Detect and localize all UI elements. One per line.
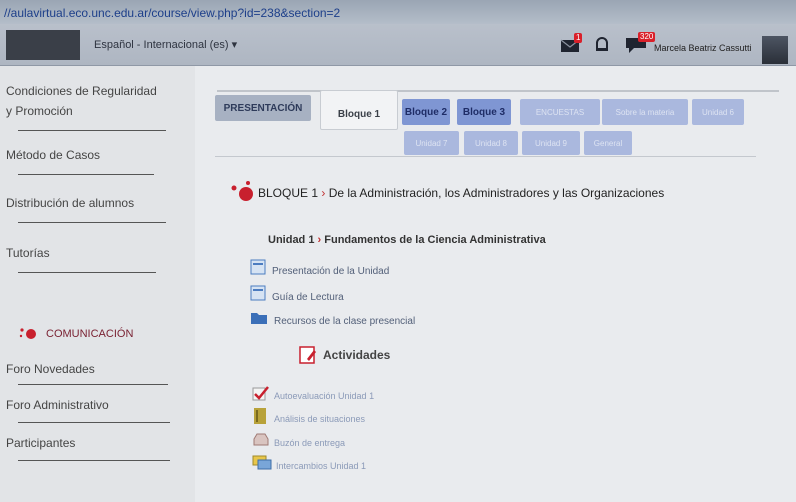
book-icon bbox=[254, 408, 266, 424]
tab-unidad-9[interactable]: Unidad 9 bbox=[522, 131, 580, 155]
activity-edit-icon bbox=[299, 346, 316, 364]
tab-sobre-la-materia[interactable]: Sobre la materia bbox=[602, 99, 688, 125]
bloque-heading: BLOQUE 1 › De la Administración, los Adm… bbox=[258, 186, 664, 200]
notification-icon[interactable] bbox=[594, 36, 610, 54]
tab-bloque-3[interactable]: Bloque 3 bbox=[457, 99, 511, 125]
user-name[interactable]: Marcela Beatriz Cassutti bbox=[654, 43, 752, 53]
divider bbox=[217, 90, 779, 92]
resource-link[interactable]: Recursos de la clase presencial bbox=[274, 316, 415, 327]
tab-unidad-7[interactable]: Unidad 7 bbox=[404, 131, 459, 155]
chevron-right-icon: › bbox=[321, 186, 326, 200]
checkmark-icon bbox=[252, 386, 269, 401]
chat-badge: 320 bbox=[638, 32, 656, 42]
tab-bloque-2[interactable]: Bloque 2 bbox=[402, 99, 450, 125]
divider bbox=[18, 384, 168, 385]
tab-general[interactable]: General bbox=[584, 131, 632, 155]
actividades-heading: Actividades bbox=[323, 348, 391, 362]
bloque-label: BLOQUE 1 bbox=[258, 186, 319, 200]
activity-link[interactable]: Buzón de entrega bbox=[274, 438, 345, 448]
folder-icon bbox=[251, 313, 267, 324]
bloque-icon bbox=[231, 181, 253, 201]
resource-link[interactable]: Guía de Lectura bbox=[272, 292, 344, 303]
unidad-title: Fundamentos de la Ciencia Administrativa bbox=[324, 234, 546, 246]
sidebar-item-metodo[interactable]: Método de Casos bbox=[6, 148, 100, 162]
divider bbox=[18, 222, 166, 223]
sidebar-item-condiciones-line2[interactable]: y Promoción bbox=[6, 104, 73, 118]
mail-badge: 1 bbox=[574, 33, 583, 43]
tab-presentacion[interactable]: PRESENTACIÓN bbox=[215, 95, 311, 121]
divider bbox=[18, 174, 154, 175]
sidebar: Condiciones de Regularidad y Promoción M… bbox=[0, 66, 195, 502]
comunicacion-icon bbox=[19, 328, 36, 339]
activity-link[interactable]: Intercambios Unidad 1 bbox=[276, 461, 366, 471]
tab-bloque-1[interactable]: Bloque 1 bbox=[320, 90, 398, 130]
top-navbar: Español - Internacional (es) ▾ 1 320 Mar… bbox=[0, 24, 796, 66]
user-avatar[interactable] bbox=[762, 36, 788, 64]
site-logo[interactable] bbox=[6, 30, 80, 60]
divider bbox=[18, 422, 170, 423]
sidebar-item-tutorias[interactable]: Tutorías bbox=[6, 246, 50, 260]
inbox-icon bbox=[253, 433, 269, 446]
language-selector[interactable]: Español - Internacional (es) ▾ bbox=[94, 38, 237, 51]
sidebar-item-foro-administrativo[interactable]: Foro Administrativo bbox=[6, 398, 109, 412]
tab-unidad-6[interactable]: Unidad 6 bbox=[692, 99, 744, 125]
sidebar-item-participantes[interactable]: Participantes bbox=[6, 436, 75, 450]
sidebar-item-foro-novedades[interactable]: Foro Novedades bbox=[6, 362, 95, 376]
divider bbox=[18, 460, 170, 461]
unidad-label: Unidad 1 bbox=[268, 234, 315, 246]
divider bbox=[18, 130, 166, 131]
tab-encuestas[interactable]: ENCUESTAS bbox=[520, 99, 600, 125]
divider bbox=[18, 272, 156, 273]
chevron-right-icon: › bbox=[317, 234, 322, 246]
sidebar-item-condiciones[interactable]: Condiciones de Regularidad bbox=[6, 84, 157, 98]
activity-link[interactable]: Autoevaluación Unidad 1 bbox=[274, 391, 374, 401]
activity-link[interactable]: Análisis de situaciones bbox=[274, 414, 365, 424]
divider bbox=[215, 156, 756, 157]
unidad-heading: Unidad 1 › Fundamentos de la Ciencia Adm… bbox=[268, 234, 546, 246]
bloque-title: De la Administración, los Administradore… bbox=[328, 186, 665, 200]
document-icon bbox=[250, 259, 266, 275]
document-icon bbox=[250, 285, 266, 301]
address-bar[interactable]: //aulavirtual.eco.unc.edu.ar/course/view… bbox=[0, 0, 796, 24]
section-comunicacion: COMUNICACIÓN bbox=[46, 328, 134, 340]
resource-link[interactable]: Presentación de la Unidad bbox=[272, 266, 389, 277]
forum-icon bbox=[252, 455, 272, 470]
sidebar-item-distribucion[interactable]: Distribución de alumnos bbox=[6, 196, 134, 210]
tab-unidad-8[interactable]: Unidad 8 bbox=[464, 131, 518, 155]
